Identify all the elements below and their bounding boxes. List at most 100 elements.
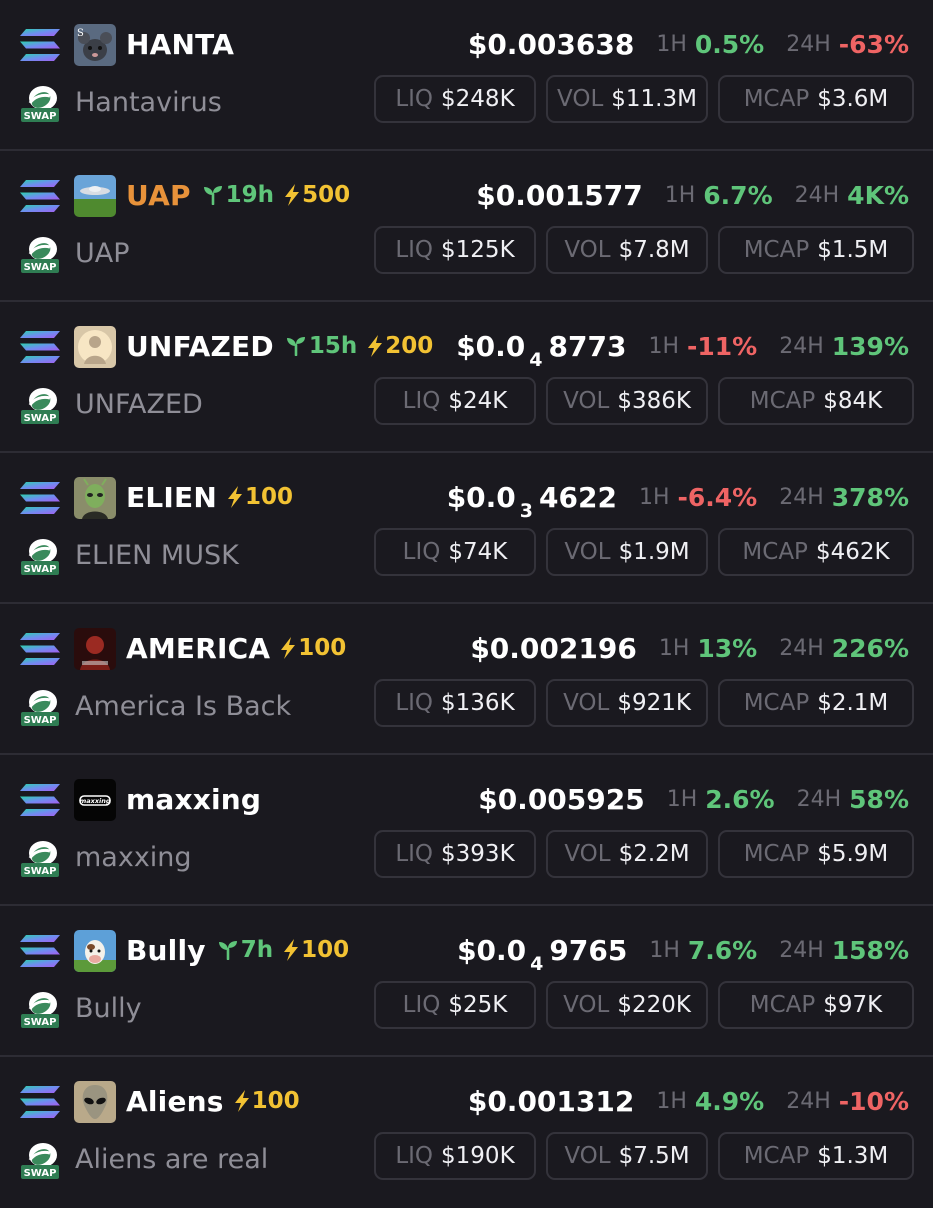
sprout-icon <box>218 941 237 960</box>
liquidity-pill[interactable]: LIQ $190K <box>374 1132 536 1180</box>
liquidity-pill[interactable]: LIQ $74K <box>374 528 536 576</box>
maxxing-logo-avatar-icon: maxxing <box>74 779 116 821</box>
token-row[interactable]: SWAP UNFAZED 15h 200 UNFAZED $0.0 4 8773… <box>0 302 933 453</box>
token-name: UAP <box>75 238 130 269</box>
market-cap-pill[interactable]: MCAP $84K <box>718 377 914 425</box>
token-price: $0.001312 <box>467 1084 635 1118</box>
solana-icon <box>20 482 60 514</box>
token-ticker[interactable]: UNFAZED <box>126 330 274 363</box>
change-1h-label: 1H <box>638 484 670 510</box>
volume-pill[interactable]: VOL $386K <box>546 377 708 425</box>
token-name: maxxing <box>75 842 192 873</box>
change-1h-label: 1H <box>658 635 690 661</box>
liquidity-pill[interactable]: LIQ $25K <box>374 981 536 1029</box>
token-age: 19h <box>203 182 274 208</box>
volume-pill[interactable]: VOL $11.3M <box>546 75 708 123</box>
lightning-icon <box>281 637 296 659</box>
change-1h-label: 1H <box>656 31 687 57</box>
token-ticker[interactable]: AMERICA <box>126 632 270 665</box>
volume-pill[interactable]: VOL $7.5M <box>546 1132 708 1180</box>
token-price: $0.005925 <box>478 782 645 816</box>
token-row[interactable]: SWAP Aliens 100 Aliens are real $0.00131… <box>0 1057 933 1208</box>
market-cap-pill[interactable]: MCAP $5.9M <box>718 830 914 878</box>
liquidity-pill[interactable]: LIQ $248K <box>374 75 536 123</box>
swap-icon[interactable]: SWAP <box>20 84 60 122</box>
solana-icon <box>20 29 60 61</box>
liquidity-pill[interactable]: LIQ $24K <box>374 377 536 425</box>
token-price: $0.0 4 9765 <box>457 933 628 975</box>
sprout-icon <box>286 337 305 356</box>
change-1h-label: 1H <box>648 333 679 359</box>
change-24h-label: 24H <box>786 31 831 57</box>
change-24h-value: -10% <box>838 1086 909 1116</box>
solana-icon <box>20 331 60 363</box>
svg-text:SWAP: SWAP <box>24 564 57 575</box>
change-24h-label: 24H <box>796 786 842 812</box>
price-zero-count: 4 <box>529 348 543 371</box>
swap-icon[interactable]: SWAP <box>20 839 60 877</box>
volume-pill[interactable]: VOL $1.9M <box>546 528 708 576</box>
change-24h-label: 24H <box>779 333 824 359</box>
liquidity-pill[interactable]: LIQ $136K <box>374 679 536 727</box>
token-ticker[interactable]: UAP <box>126 179 191 212</box>
lightning-icon <box>285 184 300 206</box>
change-1h-value: 13% <box>697 633 758 663</box>
change-1h-value: 7.6% <box>687 935 758 965</box>
token-name: Hantavirus <box>75 87 222 118</box>
token-ticker[interactable]: Bully <box>126 934 206 967</box>
token-row[interactable]: SWAP UAP 19h 500 UAP $0.001577 1H 6.7% 2… <box>0 151 933 302</box>
change-1h-value: 2.6% <box>705 784 775 814</box>
token-row[interactable]: SWAP Bully 7h 100 Bully $0.0 4 9765 1H 7… <box>0 906 933 1057</box>
token-row[interactable]: SWAP AMERICA 100 America Is Back $0.0021… <box>0 604 933 755</box>
swap-icon[interactable]: SWAP <box>20 1141 60 1179</box>
swap-icon[interactable]: SWAP <box>20 537 60 575</box>
token-row[interactable]: SWAP maxxing maxxing maxxing $0.005925 1… <box>0 755 933 906</box>
token-ticker[interactable]: maxxing <box>126 783 261 816</box>
token-boost: 200 <box>367 333 433 359</box>
price-zero-count: 3 <box>519 499 534 522</box>
volume-pill[interactable]: VOL $220K <box>546 981 708 1029</box>
swap-icon[interactable]: SWAP <box>20 990 60 1028</box>
token-boost: 100 <box>280 635 346 661</box>
sprout-icon <box>203 186 222 205</box>
lightning-icon <box>368 335 383 357</box>
solana-icon <box>20 784 60 816</box>
market-cap-pill[interactable]: MCAP $462K <box>718 528 914 576</box>
change-24h-value: -63% <box>838 29 909 59</box>
token-row[interactable]: SWAP ELIEN 100 ELIEN MUSK $0.0 3 4622 1H -… <box>0 453 933 604</box>
token-ticker[interactable]: HANTA <box>126 28 234 61</box>
market-cap-pill[interactable]: MCAP $1.3M <box>718 1132 914 1180</box>
token-name: Aliens are real <box>75 1144 269 1175</box>
token-boost: 100 <box>283 937 349 963</box>
token-ticker[interactable]: Aliens <box>126 1085 224 1118</box>
token-boost: 100 <box>227 484 293 510</box>
token-row[interactable]: SWAP S HANTA Hantavirus $0.003638 1H 0.5… <box>0 0 933 151</box>
change-24h-label: 24H <box>779 484 824 510</box>
volume-pill[interactable]: VOL $2.2M <box>546 830 708 878</box>
volume-pill[interactable]: VOL $921K <box>546 679 708 727</box>
token-ticker[interactable]: ELIEN <box>126 481 217 514</box>
change-1h-label: 1H <box>649 937 680 963</box>
swap-icon[interactable]: SWAP <box>20 235 60 273</box>
market-cap-pill[interactable]: MCAP $2.1M <box>718 679 914 727</box>
svg-text:SWAP: SWAP <box>24 111 57 122</box>
market-cap-pill[interactable]: MCAP $3.6M <box>718 75 914 123</box>
token-price: $0.001577 <box>476 178 643 212</box>
swap-icon[interactable]: SWAP <box>20 688 60 726</box>
token-price: $0.0 4 8773 <box>456 329 627 371</box>
market-cap-pill[interactable]: MCAP $97K <box>718 981 914 1029</box>
change-24h-label: 24H <box>779 635 824 661</box>
svg-text:SWAP: SWAP <box>24 413 57 424</box>
svg-text:S: S <box>77 28 84 39</box>
token-list: SWAP S HANTA Hantavirus $0.003638 1H 0.5… <box>0 0 933 1208</box>
liquidity-pill[interactable]: LIQ $393K <box>374 830 536 878</box>
liquidity-pill[interactable]: LIQ $125K <box>374 226 536 274</box>
market-cap-pill[interactable]: MCAP $1.5M <box>718 226 914 274</box>
change-1h-value: -6.4% <box>677 482 758 512</box>
volume-pill[interactable]: VOL $7.8M <box>546 226 708 274</box>
token-name: ELIEN MUSK <box>75 540 239 571</box>
swap-icon[interactable]: SWAP <box>20 386 60 424</box>
change-24h-value: 226% <box>831 633 909 663</box>
change-24h-value: 158% <box>831 935 909 965</box>
change-1h-value: 0.5% <box>694 29 765 59</box>
